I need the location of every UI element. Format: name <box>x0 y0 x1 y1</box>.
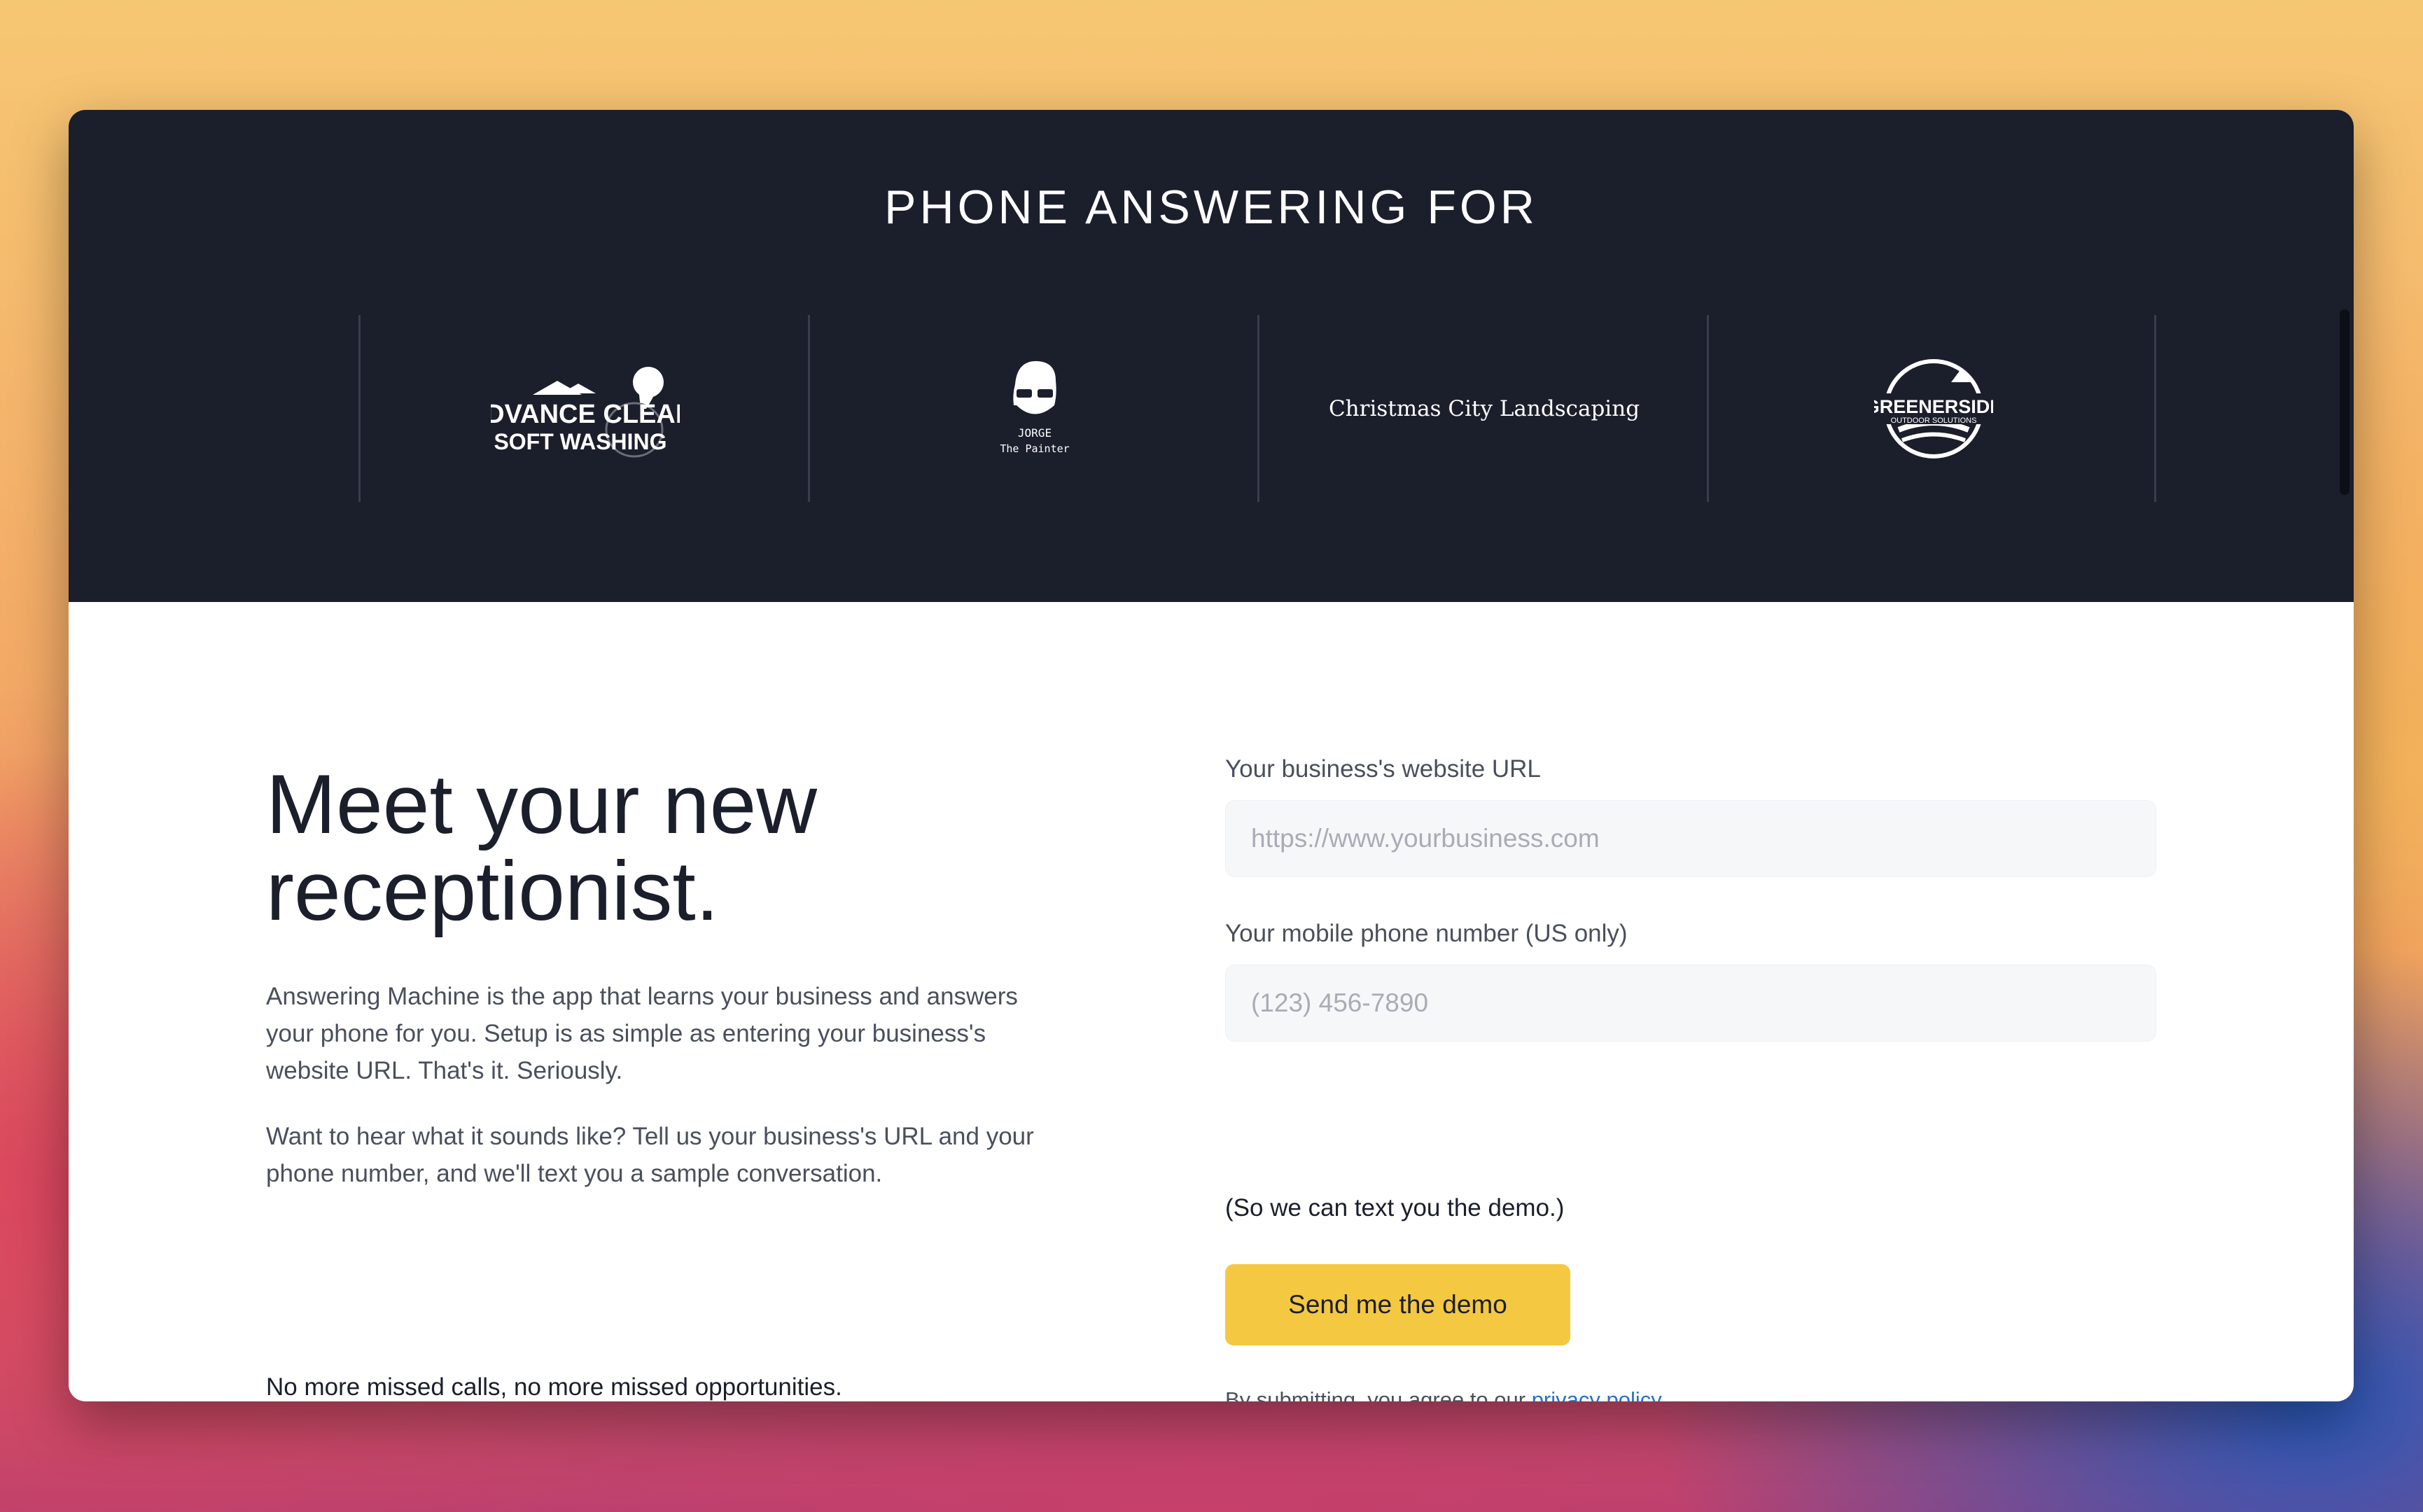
website-url-input[interactable] <box>1225 800 2156 877</box>
tagline: No more missed calls, no more missed opp… <box>266 1373 842 1401</box>
phone-field-label: Your mobile phone number (US only) <box>1225 920 1628 947</box>
intro-paragraph: Answering Machine is the app that learns… <box>266 983 1018 1084</box>
christmas-city-text: Christmas City Landscaping <box>1328 396 1640 421</box>
advance-clean-logo-image: ADVANCE CLEAN SOFT WASHING <box>491 366 680 457</box>
headline-line2: receptionist. <box>266 844 719 938</box>
headline-line1: Meet your new <box>266 757 818 851</box>
url-field-label: Your business's website URL <box>1225 755 1541 783</box>
advance-clean-line1: ADVANCE CLEAN <box>491 400 680 429</box>
privacy-policy-link[interactable]: privacy policy <box>1532 1387 1661 1401</box>
greenerside-line2: OUTDOOR SOLUTIONS <box>1891 416 1977 425</box>
advance-clean-logo: ADVANCE CLEAN SOFT WASHING <box>361 315 810 502</box>
phone-number-input[interactable] <box>1225 965 2156 1042</box>
greenerside-line1: GREENERSIDE <box>1874 396 1993 417</box>
consent-text: By submitting, you agree to our privacy … <box>1225 1387 1666 1401</box>
jorge-line1: JORGE <box>1018 426 1052 440</box>
greenerside-logo: GREENERSIDE OUTDOOR SOLUTIONS <box>1709 315 2158 502</box>
logo-strip: ADVANCE CLEAN SOFT WASHING JORGE The Pai… <box>358 315 2156 502</box>
browser-window: PHONE ANSWERING FOR ADVANCE CLEAN SOFT W… <box>69 110 2354 1401</box>
demo-paragraph: Want to hear what it sounds like? Tell u… <box>266 1123 1034 1187</box>
christmas-city-landscaping-logo: Christmas City Landscaping <box>1259 315 1709 502</box>
greenerside-logo-image: GREENERSIDE OUTDOOR SOLUTIONS <box>1874 358 1993 458</box>
consent-suffix: . <box>1660 1387 1667 1401</box>
advance-clean-line2: SOFT WASHING <box>494 429 666 454</box>
page-headline: Meet your new receptionist. <box>266 761 1036 934</box>
jorge-the-painter-logo: JORGE The Painter <box>810 315 1259 502</box>
jorge-the-painter-logo-image: JORGE The Painter <box>1000 360 1070 455</box>
text-demo-note: (So we can text you the demo.) <box>1225 1194 1565 1222</box>
band-title: PHONE ANSWERING FOR <box>884 181 1538 234</box>
jorge-line2: The Painter <box>1000 442 1069 455</box>
send-demo-button[interactable]: Send me the demo <box>1225 1264 1570 1345</box>
client-logos-band: PHONE ANSWERING FOR ADVANCE CLEAN SOFT W… <box>69 110 2354 602</box>
consent-prefix: By submitting, you agree to our <box>1225 1387 1532 1401</box>
logo-strip-scrollbar[interactable] <box>2340 309 2349 495</box>
